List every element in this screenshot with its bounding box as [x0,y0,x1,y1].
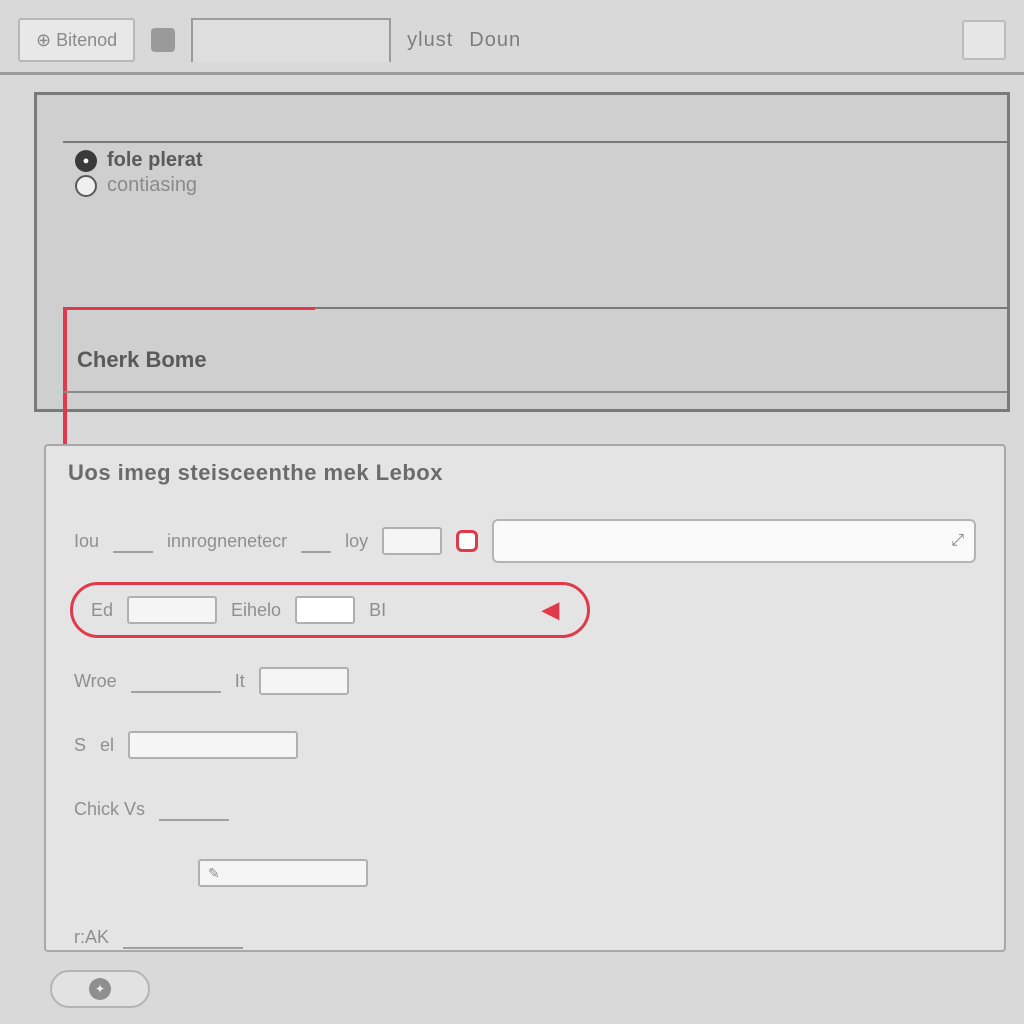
radio-unselected-icon[interactable] [75,175,97,197]
toolbar-tab[interactable] [191,18,391,62]
row1-underline-2 [301,529,331,553]
footer-button[interactable]: ✦ [50,970,150,1008]
row3-label-b: It [235,671,245,692]
form-row-7: r:AK [74,914,976,960]
required-badge-icon [456,530,478,552]
row6-input[interactable]: ✎ [198,859,368,887]
toolbar-right-button[interactable] [962,20,1006,60]
pencil-icon: ✎ [208,865,220,882]
toolbar: ⊕ Bitenod ylust Doun [0,10,1024,70]
row3-label-a: Wroe [74,671,117,692]
toolbar-button-primary[interactable]: ⊕ Bitenod [18,18,135,62]
accent-underline [63,307,315,310]
row2-input-2[interactable] [295,596,355,624]
upper-options-group: ● fole plerat contiasing [63,141,1007,309]
row2-label-b: Eihelo [231,600,281,621]
row1-label-b: innrognenetecr [167,531,287,552]
radio-selected-icon[interactable]: ● [75,150,97,172]
row1-main-input[interactable]: ⤢ [492,519,976,563]
row5-label-a: Chick Vs [74,799,145,820]
check-row-label: Cherk Bome [77,347,207,372]
row7-underline [123,925,243,949]
form-row-4: S el [74,722,976,768]
row3-input[interactable] [259,667,349,695]
check-row[interactable]: Cherk Bome [77,333,1007,391]
row4-input[interactable] [128,731,298,759]
form-row-3: Wroe It [74,658,976,704]
form-row-highlighted[interactable]: Ed Eihelo BI ◀ [70,582,590,638]
row2-label-a: Ed [91,600,113,621]
toolbar-divider [0,72,1024,75]
toolbar-tab-label: ylust [407,29,453,52]
option-2-label: contiasing [107,174,197,197]
toolbar-button-label: ⊕ Bitenod [36,30,117,51]
upper-bottom-divider [63,391,1007,393]
option-row-1[interactable]: ● fole plerat [63,143,1007,172]
row3-underline [131,669,221,693]
footer-dot-icon: ✦ [89,978,111,1000]
expand-icon[interactable]: ⤢ [951,532,964,550]
form-title: Uos imeg steisceenthe mek Lebox [68,460,982,486]
row5-underline [159,797,229,821]
row4-label-b: el [100,735,114,756]
row1-input-small[interactable] [382,527,442,555]
form-panel: Uos imeg steisceenthe mek Lebox Iou innr… [44,444,1006,952]
option-1-label: fole plerat [107,149,203,172]
row1-underline-1 [113,529,153,553]
row1-label-a: Iou [74,531,99,552]
form-row-5: Chick Vs [74,786,976,832]
row4-label-a: S [74,735,86,756]
arrow-left-icon: ◀ [542,597,559,623]
row2-label-c: BI [369,600,386,621]
form-row-1: Iou innrognenetecr loy ⤢ [74,518,976,564]
gear-icon[interactable] [151,28,175,52]
option-row-2[interactable]: contiasing [63,172,1007,197]
form-row-6: ✎ [74,850,976,896]
upper-panel: ● fole plerat contiasing Cherk Bome [34,92,1010,412]
toolbar-label-2: Doun [469,29,521,52]
row7-label-a: r:AK [74,927,109,948]
row2-input-1[interactable] [127,596,217,624]
row1-label-c: loy [345,531,368,552]
